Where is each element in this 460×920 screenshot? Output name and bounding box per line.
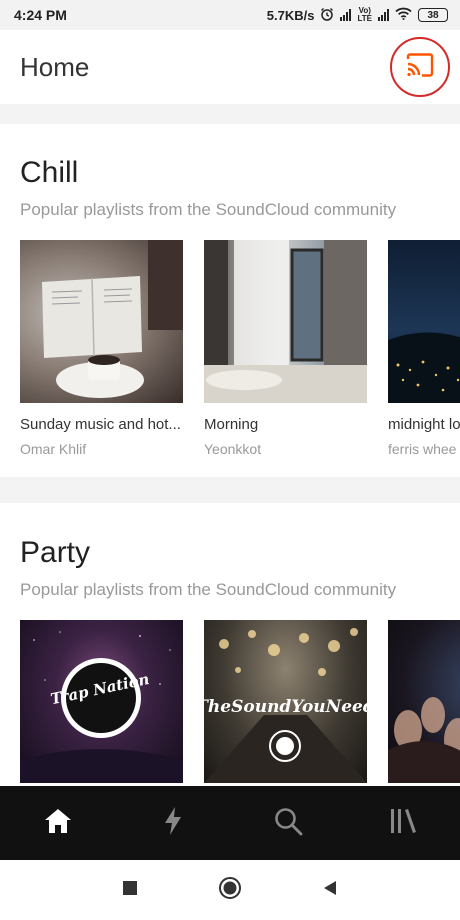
status-time: 4:24 PM (14, 7, 67, 23)
playlist-artwork: TheSoundYouNeed (204, 620, 367, 783)
playlist-artwork (388, 620, 460, 783)
playlist-artwork (388, 240, 460, 403)
playlist-card[interactable] (388, 620, 460, 783)
signal-icon-2 (378, 9, 389, 21)
playlist-card[interactable]: Sunday music and hot... Omar Khlif (20, 240, 183, 457)
playlist-artwork: Trap Nation (20, 620, 183, 783)
back-button[interactable] (315, 875, 345, 905)
cast-button[interactable] (388, 35, 452, 99)
playlist-author: ferris whee (388, 441, 457, 457)
nav-search[interactable] (248, 786, 328, 860)
home-icon (43, 807, 73, 840)
highlight-ring (390, 37, 450, 97)
nav-home[interactable] (18, 786, 98, 860)
artwork-text: TheSoundYouNeed (204, 697, 367, 717)
recents-icon (122, 880, 138, 901)
playlist-card[interactable]: midnight lo ferris whee (388, 240, 460, 457)
section-subtitle: Popular playlists from the SoundCloud co… (20, 580, 397, 599)
playlist-artwork (20, 240, 183, 403)
nav-library[interactable] (363, 786, 443, 860)
stream-icon (162, 806, 184, 841)
signal-icon (340, 9, 352, 21)
page-title: Home (20, 51, 90, 82)
playlist-title: midnight lo (388, 416, 460, 433)
section-party: Party Popular playlists from the SoundCl… (0, 503, 460, 786)
playlist-card[interactable]: TheSoundYouNeed (204, 620, 367, 783)
app-header: Home (0, 30, 460, 104)
section-subtitle: Popular playlists from the SoundCloud co… (20, 200, 397, 219)
home-circle-icon (218, 876, 242, 905)
volte-icon: Vo) LTE (357, 7, 372, 23)
playlist-artwork (204, 240, 367, 403)
volte-bottom-label: LTE (357, 14, 372, 23)
playlist-card[interactable]: Trap Nation (20, 620, 183, 783)
section-chill: Chill Popular playlists from the SoundCl… (0, 124, 460, 477)
wifi-icon (395, 7, 412, 23)
status-indicators: 5.7KB/s Vo) LTE 38 (267, 7, 448, 24)
battery-icon: 38 (418, 8, 448, 22)
network-speed: 5.7KB/s (266, 7, 315, 23)
library-icon (388, 807, 418, 840)
search-icon (273, 806, 303, 841)
playlist-title: Sunday music and hot... (20, 416, 181, 433)
status-bar: 4:24 PM 5.7KB/s Vo) LTE 38 (0, 0, 460, 30)
recents-button[interactable] (115, 875, 145, 905)
system-home-button[interactable] (215, 875, 245, 905)
section-title: Chill (20, 156, 79, 189)
playlist-row: Sunday music and hot... Omar Khlif Morni… (20, 240, 460, 457)
section-divider (0, 104, 460, 124)
playlist-author: Omar Khlif (20, 441, 87, 457)
system-navigation-bar (0, 860, 460, 920)
back-icon (322, 880, 338, 901)
nav-stream[interactable] (133, 786, 213, 860)
section-divider (0, 477, 460, 503)
bottom-navigation (0, 786, 460, 860)
alarm-icon (320, 7, 334, 24)
playlist-row: Trap Nation TheSoundYouNeed (20, 620, 460, 783)
playlist-title: Morning (204, 416, 259, 433)
section-title: Party (20, 536, 91, 569)
playlist-author: Yeonkkot (204, 441, 262, 457)
playlist-card[interactable]: Morning Yeonkkot (204, 240, 367, 457)
